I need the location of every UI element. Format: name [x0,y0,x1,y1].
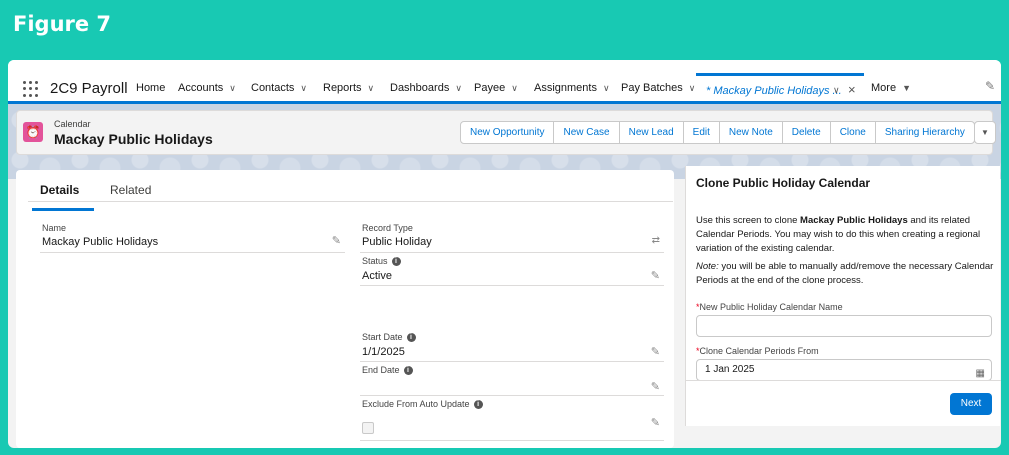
chevron-down-icon[interactable]: ∨ [455,83,462,93]
nav-item-accounts[interactable]: Accounts ∨ [178,82,236,94]
chevron-down-icon[interactable]: ∨ [833,85,840,96]
info-icon[interactable]: i [391,257,401,267]
clone-panel-footer: Next [686,380,1001,426]
chevron-down-icon[interactable]: ∨ [229,83,236,93]
clone-from-date-input[interactable]: 1 Jan 2025 ▦ [696,359,992,381]
nav-item-reports[interactable]: Reports ∨ [323,82,374,94]
clone-from-label: *Clone Calendar Periods From [696,346,819,356]
nav-item-dashboards[interactable]: Dashboards ∨ [390,82,462,94]
nav-item-assignments[interactable]: Assignments ∨ [534,82,610,94]
edit-pencil-icon[interactable]: ✎ [651,345,660,358]
record-tabs: Details Related [28,178,673,211]
new-lead-button[interactable]: New Lead [618,121,684,144]
clone-description: Use this screen to clone Mackay Public H… [696,215,981,254]
tab-related[interactable]: Related [110,183,151,197]
delete-button[interactable]: Delete [781,121,831,144]
nav-item-more[interactable]: More ▼ [871,82,911,94]
edit-nav-pencil-icon[interactable]: ✎ [985,79,995,93]
exclude-checkbox[interactable] [362,422,374,434]
change-record-type-icon[interactable]: ⇄ [652,235,660,246]
edit-pencil-icon[interactable]: ✎ [332,234,341,247]
app-name: 2C9 Payroll [50,80,128,97]
nav-item-home[interactable]: Home [136,82,165,94]
chevron-down-icon[interactable]: ∨ [603,83,610,93]
new-note-button[interactable]: New Note [718,121,783,144]
new-case-button[interactable]: New Case [553,121,620,144]
app-launcher-icon[interactable] [23,81,39,97]
chevron-down-icon[interactable]: ∨ [689,83,696,93]
nav-item-contacts[interactable]: Contacts ∨ [251,82,307,94]
clone-note: Note: you will be able to manually add/r… [696,261,994,286]
next-button[interactable]: Next [950,393,992,415]
clone-panel-title: Clone Public Holiday Calendar [696,176,871,190]
clone-button[interactable]: Clone [829,121,876,144]
record-title: Mackay Public Holidays [54,131,213,147]
record-header: ⏰ Calendar Mackay Public Holidays New Op… [16,110,996,155]
sharing-hierarchy-button[interactable]: Sharing Hierarchy [874,121,975,144]
edit-pencil-icon[interactable]: ✎ [651,269,660,282]
new-calendar-name-input[interactable] [696,315,992,337]
app-window: 2C9 Payroll Home Accounts ∨ Contacts ∨ Rep… [8,60,1001,448]
field-status: Status i Active ✎ [360,256,664,286]
caret-down-icon[interactable]: ▼ [902,83,911,93]
field-start-date: Start Date i 1/1/2025 ✎ [360,332,664,362]
record-object-type: Calendar [54,119,91,129]
tab-mackay-public-holidays[interactable]: * Mackay Public Holidays ... ∨ × [696,73,864,101]
info-icon[interactable]: i [406,333,416,343]
nav-item-payee[interactable]: Payee ∨ [474,82,518,94]
figure-title: Figure 7 [13,12,112,36]
edit-pencil-icon[interactable]: ✎ [651,380,660,393]
calendar-icon: ⏰ [23,122,43,142]
field-end-date: End Date i ✎ [360,365,664,396]
edit-pencil-icon[interactable]: ✎ [651,416,660,429]
details-card: Details Related Name Mackay Public Holid… [16,170,674,448]
nav-item-pay-batches[interactable]: Pay Batches ∨ [621,82,695,94]
chevron-down-icon[interactable]: ∨ [368,83,375,93]
field-name: Name Mackay Public Holidays ✎ [40,223,345,253]
global-nav: 2C9 Payroll Home Accounts ∨ Contacts ∨ Rep… [8,60,1001,104]
field-exclude-from-auto-update: Exclude From Auto Update i ✎ [360,399,664,441]
active-tab-indicator [32,208,94,211]
chevron-down-icon[interactable]: ∨ [300,83,307,93]
new-opportunity-button[interactable]: New Opportunity [460,121,555,144]
chevron-down-icon[interactable]: ∨ [511,83,518,93]
info-icon[interactable]: i [403,366,413,376]
more-actions-button[interactable]: ▼ [974,121,996,144]
info-icon[interactable]: i [473,400,483,410]
tab-details[interactable]: Details [40,183,79,197]
field-record-type: Record Type Public Holiday ⇄ [360,223,664,253]
close-icon[interactable]: × [848,82,856,97]
clone-panel: Clone Public Holiday Calendar Use this s… [685,166,1001,426]
record-actions: New Opportunity New Case New Lead Edit N… [460,121,975,144]
new-calendar-name-label: *New Public Holiday Calendar Name [696,302,843,312]
edit-button[interactable]: Edit [682,121,720,144]
